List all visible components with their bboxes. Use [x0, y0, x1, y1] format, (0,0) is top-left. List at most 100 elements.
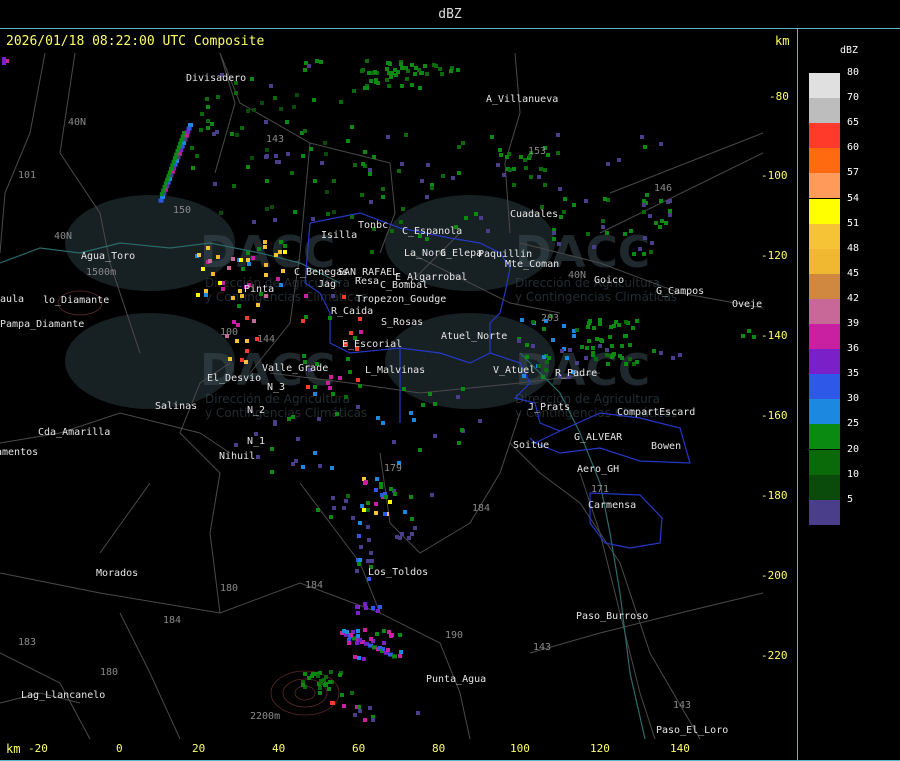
echo-cell	[363, 628, 367, 632]
echo-cell	[332, 210, 336, 214]
echo-cell	[387, 630, 391, 634]
echo-cell	[178, 141, 183, 146]
echo-cell	[624, 320, 628, 324]
echo-cell	[385, 78, 389, 82]
echo-cell	[162, 185, 167, 189]
place-label: Ovejer	[732, 299, 763, 310]
echo-cell	[240, 358, 244, 362]
echo-cell	[418, 448, 422, 452]
echo-cell	[642, 203, 646, 207]
echo-cell	[301, 154, 305, 158]
echo-cell	[301, 683, 305, 687]
echo-cell	[362, 657, 366, 661]
echo-cell	[586, 232, 590, 236]
route-number: 101	[18, 170, 36, 181]
echo-cell	[407, 536, 411, 540]
echo-cell	[290, 171, 294, 175]
echo-cell	[295, 93, 299, 97]
echo-cell	[399, 650, 403, 654]
echo-cell	[517, 339, 521, 343]
echo-cell	[313, 385, 317, 389]
echo-cell	[623, 334, 627, 338]
echo-cell	[400, 162, 404, 166]
echo-cell	[200, 112, 204, 116]
x-tick: 100	[510, 742, 530, 755]
route-number: 180	[100, 667, 118, 678]
echo-cell	[252, 108, 256, 112]
place-label: Morados	[96, 568, 138, 579]
echo-cell	[428, 392, 432, 396]
echo-cell	[186, 126, 192, 131]
echo-cell	[312, 98, 316, 102]
echo-cell	[389, 75, 393, 79]
echo-cell	[461, 141, 465, 145]
legend-swatch	[809, 424, 840, 450]
echo-cell	[572, 334, 576, 338]
echo-cell	[329, 515, 333, 519]
x-tick: 140	[670, 742, 690, 755]
echo-cell	[344, 395, 348, 399]
place-label: R_Caida	[331, 306, 373, 317]
echo-cell	[342, 506, 346, 510]
echo-cell	[356, 611, 360, 615]
echo-cell	[250, 77, 254, 81]
echo-cell	[309, 147, 313, 151]
echo-cell	[643, 236, 647, 240]
place-label: Divisadero	[186, 73, 246, 84]
echo-cell	[318, 686, 322, 690]
echo-cell	[264, 273, 268, 277]
place-label: V_Atuel	[493, 365, 535, 376]
x-tick: 40	[272, 742, 286, 755]
echo-cell	[265, 207, 269, 211]
echo-cell	[457, 145, 461, 149]
echo-cell	[537, 364, 541, 368]
route-number: 179	[384, 463, 402, 474]
echo-cell	[747, 329, 751, 333]
echo-cell	[301, 465, 305, 469]
echo-cell	[372, 155, 376, 159]
echo-cell	[176, 145, 181, 150]
place-label: amentos	[0, 447, 38, 458]
echo-cell	[234, 443, 238, 447]
echo-cell	[405, 77, 409, 81]
echo-cell	[165, 177, 170, 182]
echo-cell	[537, 175, 541, 179]
echo-cell	[412, 418, 416, 422]
echo-cell	[196, 293, 200, 297]
echo-cell	[316, 674, 320, 678]
echo-cell	[332, 179, 336, 183]
echo-cell	[346, 494, 350, 498]
echo-cell	[330, 701, 335, 705]
echo-cell	[409, 411, 413, 415]
echo-cell	[418, 86, 422, 90]
place-label: Tonbc	[358, 220, 388, 231]
echo-cell	[326, 381, 330, 385]
y-tick: -140	[761, 329, 788, 342]
echo-cell	[191, 166, 195, 170]
echo-cell	[244, 360, 248, 364]
place-label: Paso_El_Loro	[656, 725, 728, 736]
echo-cell	[350, 125, 354, 129]
echo-cell	[318, 464, 322, 468]
legend-title: dBZ	[840, 45, 859, 56]
echo-cell	[342, 704, 346, 708]
echo-cell	[385, 67, 389, 71]
echo-cell	[318, 691, 322, 695]
echo-cell	[486, 229, 490, 233]
echo-cell	[668, 209, 672, 213]
echo-cell	[265, 179, 269, 183]
echo-cell	[179, 138, 184, 143]
route-number: 184	[163, 615, 181, 626]
echo-cell	[368, 172, 372, 176]
place-label: Mte_Coman	[505, 259, 559, 270]
echo-cell	[632, 252, 636, 256]
echo-cell	[512, 183, 516, 187]
echo-cell	[457, 171, 461, 175]
echo-cell	[373, 70, 377, 74]
echo-cell	[499, 153, 503, 157]
echo-cell	[413, 72, 417, 76]
echo-cell	[353, 655, 357, 659]
echo-cell	[595, 337, 599, 341]
echo-cell	[270, 447, 274, 451]
radar-map[interactable]: DACC DACC DACC DACC Dirección de Agricul…	[0, 53, 763, 739]
